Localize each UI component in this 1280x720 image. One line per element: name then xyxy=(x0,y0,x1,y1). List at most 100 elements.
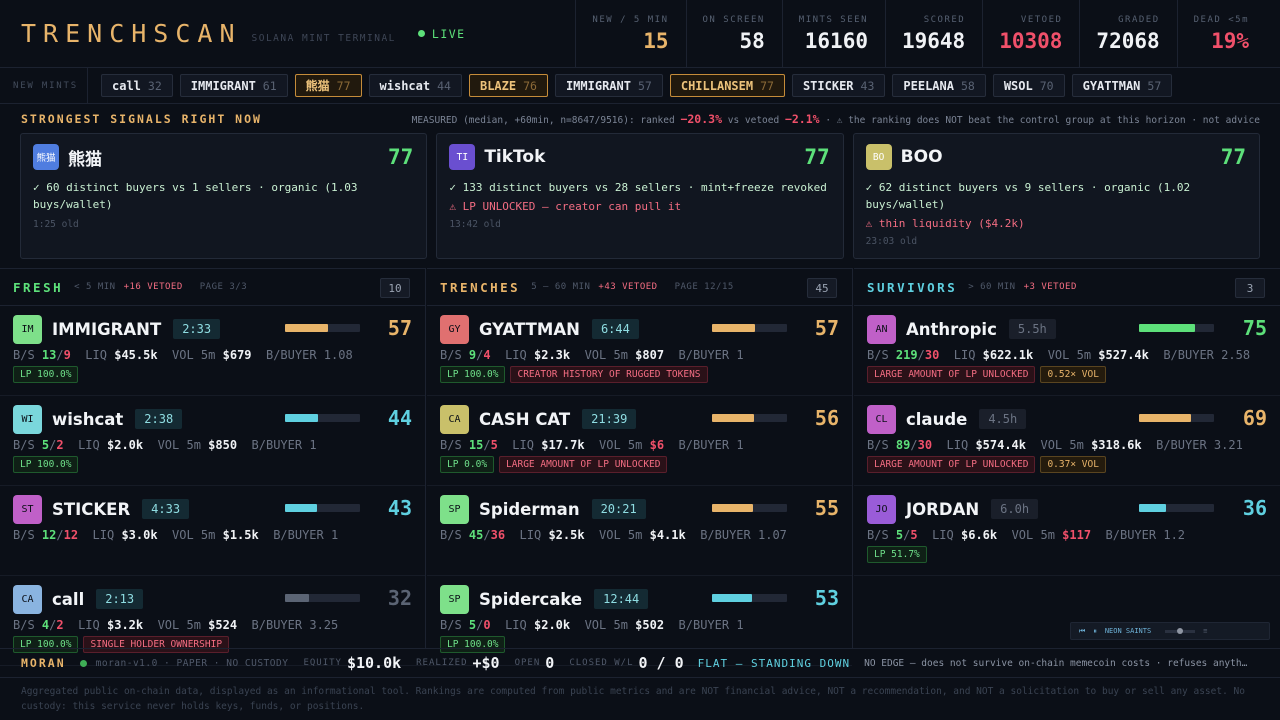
buy-count: 45 xyxy=(468,528,484,542)
vol-label: VOL 5m xyxy=(599,528,643,542)
column-count-badge: 3 xyxy=(1235,278,1265,298)
signal-card[interactable]: TI TikTok 77 ✓ 133 distinct buyers vs 28 se… xyxy=(436,133,844,259)
mint-chip-score: 58 xyxy=(960,78,975,93)
mint-chip-name: WSOL xyxy=(1003,78,1033,93)
stat-label: VETOED xyxy=(1020,15,1063,25)
mint-chip[interactable]: GYATTMAN 57 xyxy=(1071,74,1173,97)
vol-label: VOL 5m xyxy=(1040,438,1084,452)
token-row[interactable]: SP Spiderman 20:21 55 B/S 45/36 LIQ $2.5k VO… xyxy=(427,486,852,576)
liq-label: LIQ xyxy=(946,438,969,452)
risk-tag: LARGE AMOUNT OF LP UNLOCKED xyxy=(867,456,1036,473)
sell-count: 30 xyxy=(917,438,933,452)
pause-icon[interactable]: ⏸ xyxy=(1093,627,1097,636)
score-bar xyxy=(712,324,787,332)
signals-title: STRONGEST SIGNALS RIGHT NOW xyxy=(21,112,262,126)
mint-chip[interactable]: CHILLANSEM 77 xyxy=(669,74,785,97)
token-age-badge: 21:39 xyxy=(582,409,637,429)
token-avatar: CL xyxy=(867,404,896,434)
stat-label: GRADED xyxy=(1118,15,1160,25)
buys-per-buyer: 2.58 xyxy=(1221,348,1251,362)
token-age-badge: 20:21 xyxy=(591,499,646,519)
token-score: 55 xyxy=(814,496,839,520)
token-age-badge: 5.5h xyxy=(1008,319,1056,339)
token-row[interactable]: GY GYATTMAN 6:44 57 B/S 9/4 LIQ $2.3k VOL 5m… xyxy=(427,306,852,396)
stat-3: SCORED 19648 xyxy=(884,0,982,68)
score-bar-fill xyxy=(1139,414,1191,422)
buys-per-buyer: 3.21 xyxy=(1213,438,1243,452)
token-row[interactable]: JO JORDAN 6.0h 36 B/S 5/5 LIQ $6.6k VOL 5m $… xyxy=(854,486,1280,576)
column-vetoed-count: +43 VETOED xyxy=(598,282,658,292)
buy-count: 15 xyxy=(468,438,484,452)
token-avatar: CA xyxy=(440,404,469,434)
mint-chip-score: 70 xyxy=(1039,78,1054,93)
volume-slider[interactable] xyxy=(1165,627,1196,634)
liq-label: LIQ xyxy=(512,438,534,452)
token-avatar: 熊猫 xyxy=(33,144,59,170)
signal-card[interactable]: BO BOO 77 ✓ 62 distinct buyers vs 9 sellers… xyxy=(852,133,1260,259)
positive-signal: ✓ 60 distinct buyers vs 1 sellers · orga… xyxy=(33,181,358,211)
mint-chip[interactable]: IMMIGRANT 61 xyxy=(179,74,288,97)
token-tags: LP 100.0% xyxy=(13,366,412,383)
mint-chip[interactable]: PEELANA 58 xyxy=(892,74,986,97)
mint-chip-name: GYATTMAN xyxy=(1082,78,1141,93)
score-bar xyxy=(285,324,360,332)
prev-track-icon[interactable]: ⏮ xyxy=(1079,627,1085,636)
bot-status-dot-icon xyxy=(79,659,87,667)
token-score: 75 xyxy=(1242,316,1267,340)
token-tags: LP 0.0% LARGE AMOUNT OF LP UNLOCKED xyxy=(440,456,839,473)
stat-value: 16160 xyxy=(804,29,868,53)
score-bar-fill xyxy=(285,504,318,512)
token-age-badge: 2:13 xyxy=(96,589,144,609)
token-row[interactable]: AN Anthropic 5.5h 75 B/S 219/30 LIQ $622.1k … xyxy=(854,306,1280,396)
liquidity-value: $2.5k xyxy=(548,528,585,542)
token-age: 13:42 old xyxy=(449,219,501,230)
token-metrics: B/S 5/5 LIQ $6.6k VOL 5m $117 B/BUYER 1.… xyxy=(867,528,1186,542)
mint-chip[interactable]: wishcat 44 xyxy=(368,74,462,97)
token-metrics: B/S 15/5 LIQ $17.7k VOL 5m $6 B/BUYER 1 xyxy=(440,438,744,452)
buy-count: 5 xyxy=(895,528,904,542)
buys-per-buyer: 1 xyxy=(309,438,317,452)
buy-count: 13 xyxy=(41,348,57,362)
volume-value: $524 xyxy=(208,618,238,632)
token-row[interactable]: CA CASH CAT 21:39 56 B/S 15/5 LIQ $17.7k VOL… xyxy=(427,396,852,486)
token-avatar: SP xyxy=(440,494,469,524)
mint-chip-name: BLAZE xyxy=(479,78,517,93)
token-metrics: B/S 219/30 LIQ $622.1k VOL 5m $527.4k B/… xyxy=(867,348,1251,362)
token-name: CASH CAT xyxy=(479,409,571,429)
mint-chip[interactable]: IMMIGRANT 57 xyxy=(554,74,663,97)
risk-tag: LP 100.0% xyxy=(13,456,79,473)
stat-value: 10308 xyxy=(999,29,1063,53)
token-row[interactable]: IM IMMIGRANT 2:33 57 B/S 13/9 LIQ $45.5k VOL… xyxy=(0,306,425,396)
mint-chip[interactable]: WSOL 70 xyxy=(992,74,1065,97)
column-page[interactable]: PAGE 3/3 xyxy=(200,282,247,292)
token-avatar: TI xyxy=(449,144,476,170)
new-mints-strip: NEW MINTS call 32 IMMIGRANT 61 熊猫 77 wishcat 44… xyxy=(0,67,1280,104)
column-fresh: FRESH < 5 MIN +16 VETOED PAGE 3/3 10 IM IMMIGR… xyxy=(0,268,426,666)
mint-chip[interactable]: call 32 xyxy=(101,74,173,97)
score-bar-fill xyxy=(1139,504,1166,512)
token-row[interactable]: WI wishcat 2:38 44 B/S 5/2 LIQ $2.0k VOL 5m … xyxy=(0,396,425,486)
mint-chip[interactable]: BLAZE 76 xyxy=(468,74,548,97)
vol-label: VOL 5m xyxy=(584,618,628,632)
note-suffix: · ⚠ the ranking does NOT beat the contro… xyxy=(825,115,1260,126)
mint-chip[interactable]: STICKER 43 xyxy=(791,74,886,97)
mint-chip-name: call xyxy=(112,78,141,93)
liq-label: LIQ xyxy=(505,348,527,362)
liquidity-value: $2.3k xyxy=(534,348,571,362)
column-page[interactable]: PAGE 12/15 xyxy=(675,282,734,292)
note-mid: vs vetoed xyxy=(727,115,780,126)
menu-icon[interactable]: ≡ xyxy=(1203,627,1207,635)
bs-label: B/S xyxy=(13,618,35,632)
token-row[interactable]: ST STICKER 4:33 43 B/S 12/12 LIQ $3.0k VOL 5… xyxy=(0,486,425,576)
bpb-label: B/BUYER xyxy=(1163,348,1214,362)
token-row[interactable]: CL claude 4.5h 69 B/S 89/30 LIQ $574.4k VOL … xyxy=(854,396,1280,486)
signal-card[interactable]: 熊猫 熊猫 77 ✓ 60 distinct buyers vs 1 sellers … xyxy=(20,133,428,259)
volume-value: $318.6k xyxy=(1091,438,1142,452)
mint-chip[interactable]: 熊猫 77 xyxy=(294,74,362,97)
token-name: JORDAN xyxy=(906,499,980,519)
sell-count: 5 xyxy=(910,528,918,542)
buy-count: 9 xyxy=(468,348,477,362)
closed-label: CLOSED W/L xyxy=(569,658,634,668)
app-brand[interactable]: TRENCHSCAN xyxy=(21,19,242,48)
token-score: 77 xyxy=(388,145,414,169)
